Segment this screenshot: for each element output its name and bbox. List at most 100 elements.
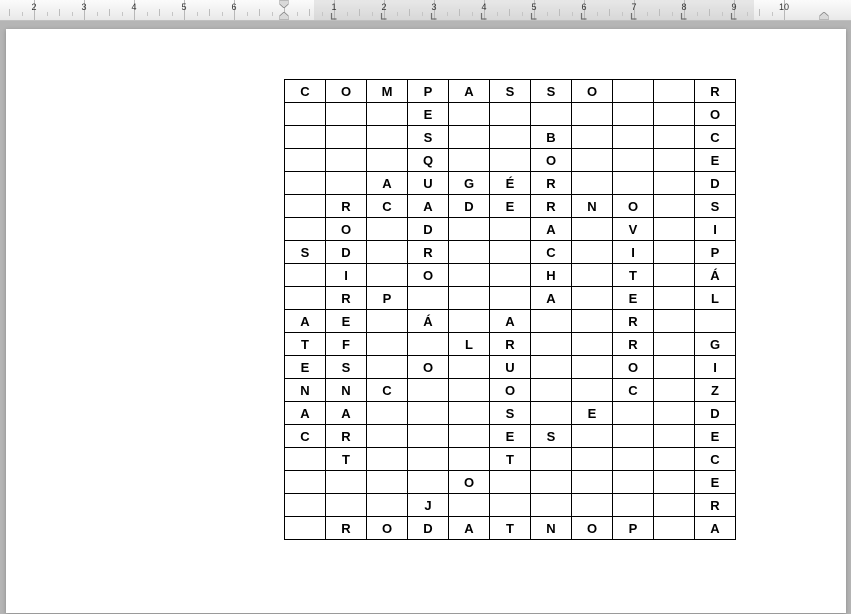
crossword-cell[interactable]	[490, 287, 531, 310]
crossword-cell[interactable]: D	[326, 241, 367, 264]
crossword-cell[interactable]: A	[490, 310, 531, 333]
crossword-cell[interactable]: L	[449, 333, 490, 356]
crossword-cell[interactable]: R	[326, 425, 367, 448]
crossword-cell[interactable]	[654, 264, 695, 287]
crossword-cell[interactable]	[449, 103, 490, 126]
hanging-indent-marker[interactable]	[820, 12, 829, 20]
crossword-cell[interactable]	[449, 379, 490, 402]
crossword-cell[interactable]: O	[695, 103, 736, 126]
crossword-cell[interactable]: C	[367, 379, 408, 402]
crossword-cell[interactable]: I	[695, 356, 736, 379]
crossword-cell[interactable]: M	[367, 80, 408, 103]
crossword-cell[interactable]: O	[531, 149, 572, 172]
crossword-cell[interactable]	[654, 471, 695, 494]
crossword-cell[interactable]: E	[695, 471, 736, 494]
crossword-cell[interactable]: O	[408, 356, 449, 379]
crossword-cell[interactable]: O	[408, 264, 449, 287]
crossword-cell[interactable]	[654, 241, 695, 264]
crossword-cell[interactable]: R	[695, 80, 736, 103]
crossword-cell[interactable]: I	[326, 264, 367, 287]
crossword-cell[interactable]	[326, 126, 367, 149]
crossword-cell[interactable]	[613, 149, 654, 172]
crossword-cell[interactable]: E	[695, 425, 736, 448]
crossword-cell[interactable]: D	[695, 172, 736, 195]
crossword-cell[interactable]: A	[531, 218, 572, 241]
crossword-cell[interactable]: T	[285, 333, 326, 356]
crossword-cell[interactable]: R	[531, 172, 572, 195]
crossword-cell[interactable]	[285, 471, 326, 494]
crossword-cell[interactable]	[613, 425, 654, 448]
crossword-cell[interactable]: O	[449, 471, 490, 494]
crossword-cell[interactable]	[572, 172, 613, 195]
crossword-cell[interactable]	[490, 471, 531, 494]
crossword-cell[interactable]: A	[408, 195, 449, 218]
crossword-cell[interactable]	[654, 195, 695, 218]
crossword-cell[interactable]	[285, 172, 326, 195]
crossword-cell[interactable]	[490, 103, 531, 126]
crossword-cell[interactable]	[613, 103, 654, 126]
crossword-cell[interactable]	[449, 494, 490, 517]
crossword-cell[interactable]	[285, 126, 326, 149]
crossword-cell[interactable]: O	[572, 517, 613, 540]
crossword-cell[interactable]: N	[285, 379, 326, 402]
crossword-cell[interactable]	[490, 241, 531, 264]
crossword-cell[interactable]: R	[490, 333, 531, 356]
crossword-cell[interactable]	[490, 149, 531, 172]
crossword-cell[interactable]	[613, 448, 654, 471]
crossword-cell[interactable]: N	[531, 517, 572, 540]
crossword-cell[interactable]	[285, 494, 326, 517]
crossword-cell[interactable]: E	[490, 425, 531, 448]
crossword-cell[interactable]	[572, 333, 613, 356]
crossword-cell[interactable]: C	[285, 80, 326, 103]
crossword-cell[interactable]: C	[695, 126, 736, 149]
crossword-cell[interactable]	[572, 379, 613, 402]
crossword-cell[interactable]: V	[613, 218, 654, 241]
crossword-cell[interactable]	[408, 379, 449, 402]
crossword-cell[interactable]	[613, 126, 654, 149]
crossword-cell[interactable]	[326, 494, 367, 517]
crossword-cell[interactable]	[613, 172, 654, 195]
crossword-cell[interactable]: T	[326, 448, 367, 471]
crossword-cell[interactable]	[285, 149, 326, 172]
crossword-cell[interactable]: D	[449, 195, 490, 218]
crossword-cell[interactable]: O	[613, 356, 654, 379]
crossword-cell[interactable]: I	[613, 241, 654, 264]
crossword-cell[interactable]: E	[490, 195, 531, 218]
crossword-cell[interactable]	[367, 333, 408, 356]
crossword-cell[interactable]: Á	[408, 310, 449, 333]
crossword-cell[interactable]	[654, 149, 695, 172]
crossword-cell[interactable]: E	[695, 149, 736, 172]
crossword-cell[interactable]	[367, 356, 408, 379]
crossword-cell[interactable]: E	[285, 356, 326, 379]
crossword-cell[interactable]	[326, 149, 367, 172]
crossword-cell[interactable]: A	[367, 172, 408, 195]
crossword-cell[interactable]: N	[326, 379, 367, 402]
crossword-cell[interactable]	[572, 494, 613, 517]
crossword-cell[interactable]	[654, 402, 695, 425]
crossword-cell[interactable]	[572, 103, 613, 126]
crossword-cell[interactable]	[531, 356, 572, 379]
crossword-cell[interactable]	[449, 425, 490, 448]
crossword-cell[interactable]: E	[408, 103, 449, 126]
crossword-cell[interactable]	[654, 103, 695, 126]
crossword-cell[interactable]	[326, 172, 367, 195]
crossword-cell[interactable]: T	[490, 517, 531, 540]
crossword-cell[interactable]	[695, 310, 736, 333]
crossword-cell[interactable]	[449, 218, 490, 241]
crossword-cell[interactable]: D	[408, 517, 449, 540]
crossword-cell[interactable]: E	[613, 287, 654, 310]
crossword-cell[interactable]	[654, 379, 695, 402]
crossword-cell[interactable]	[531, 402, 572, 425]
crossword-cell[interactable]: Á	[695, 264, 736, 287]
crossword-cell[interactable]	[572, 425, 613, 448]
crossword-cell[interactable]	[285, 448, 326, 471]
crossword-cell[interactable]: C	[613, 379, 654, 402]
crossword-cell[interactable]	[408, 402, 449, 425]
crossword-cell[interactable]: L	[695, 287, 736, 310]
crossword-cell[interactable]: S	[490, 402, 531, 425]
crossword-cell[interactable]	[367, 494, 408, 517]
crossword-cell[interactable]	[490, 264, 531, 287]
crossword-cell[interactable]	[531, 471, 572, 494]
crossword-cell[interactable]: O	[613, 195, 654, 218]
crossword-cell[interactable]: S	[531, 80, 572, 103]
